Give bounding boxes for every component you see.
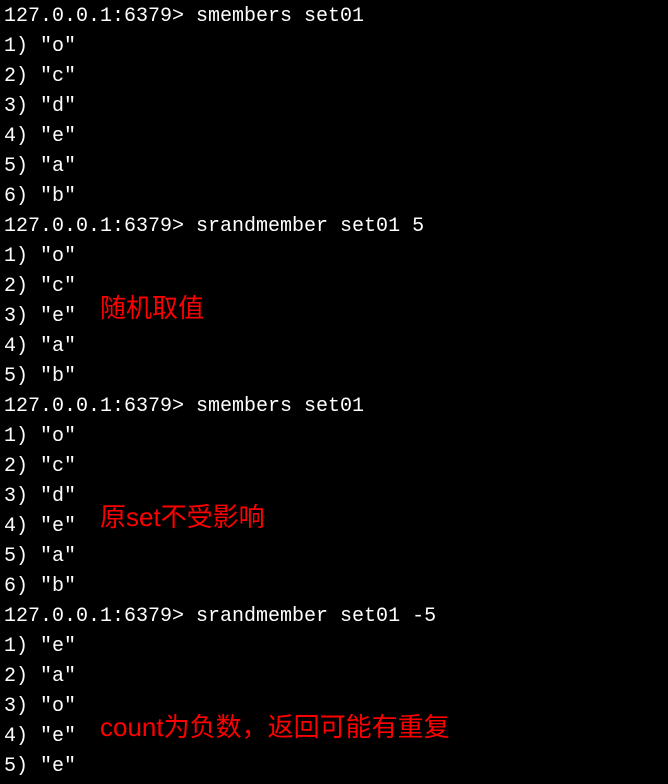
terminal-line-prompt: 127.0.0.1:6379> srandmember set01 -5: [4, 602, 664, 632]
terminal-line-prompt: 127.0.0.1:6379> smembers set01: [4, 392, 664, 422]
terminal-line-result: 4) "e": [4, 122, 664, 152]
terminal-line-result: 5) "a": [4, 542, 664, 572]
terminal-line-result: 1) "o": [4, 422, 664, 452]
terminal-line-result: 2) "c": [4, 62, 664, 92]
terminal-line-result: 3) "d": [4, 92, 664, 122]
terminal-line-result: 2) "a": [4, 662, 664, 692]
terminal-line-result: 2) "c": [4, 452, 664, 482]
annotation-set-unchanged: 原set不受影响: [100, 502, 265, 532]
terminal-line-prompt: 127.0.0.1:6379> srandmember set01 5: [4, 212, 664, 242]
terminal-line-result: 6) "b": [4, 572, 664, 602]
terminal-line-result: 5) "e": [4, 752, 664, 782]
terminal-line-result: 1) "o": [4, 32, 664, 62]
annotation-negative-count: count为负数，返回可能有重复: [100, 712, 450, 742]
terminal-line-result: 5) "b": [4, 362, 664, 392]
terminal-line-result: 1) "e": [4, 632, 664, 662]
terminal-line-result: 6) "b": [4, 182, 664, 212]
terminal-line-result: 5) "a": [4, 152, 664, 182]
terminal-output: 127.0.0.1:6379> smembers set01 1) "o" 2)…: [4, 2, 664, 782]
terminal-line-result: 1) "o": [4, 242, 664, 272]
terminal-line-result: 4) "a": [4, 332, 664, 362]
terminal-line-prompt: 127.0.0.1:6379> smembers set01: [4, 2, 664, 32]
annotation-random-value: 随机取值: [100, 293, 204, 323]
